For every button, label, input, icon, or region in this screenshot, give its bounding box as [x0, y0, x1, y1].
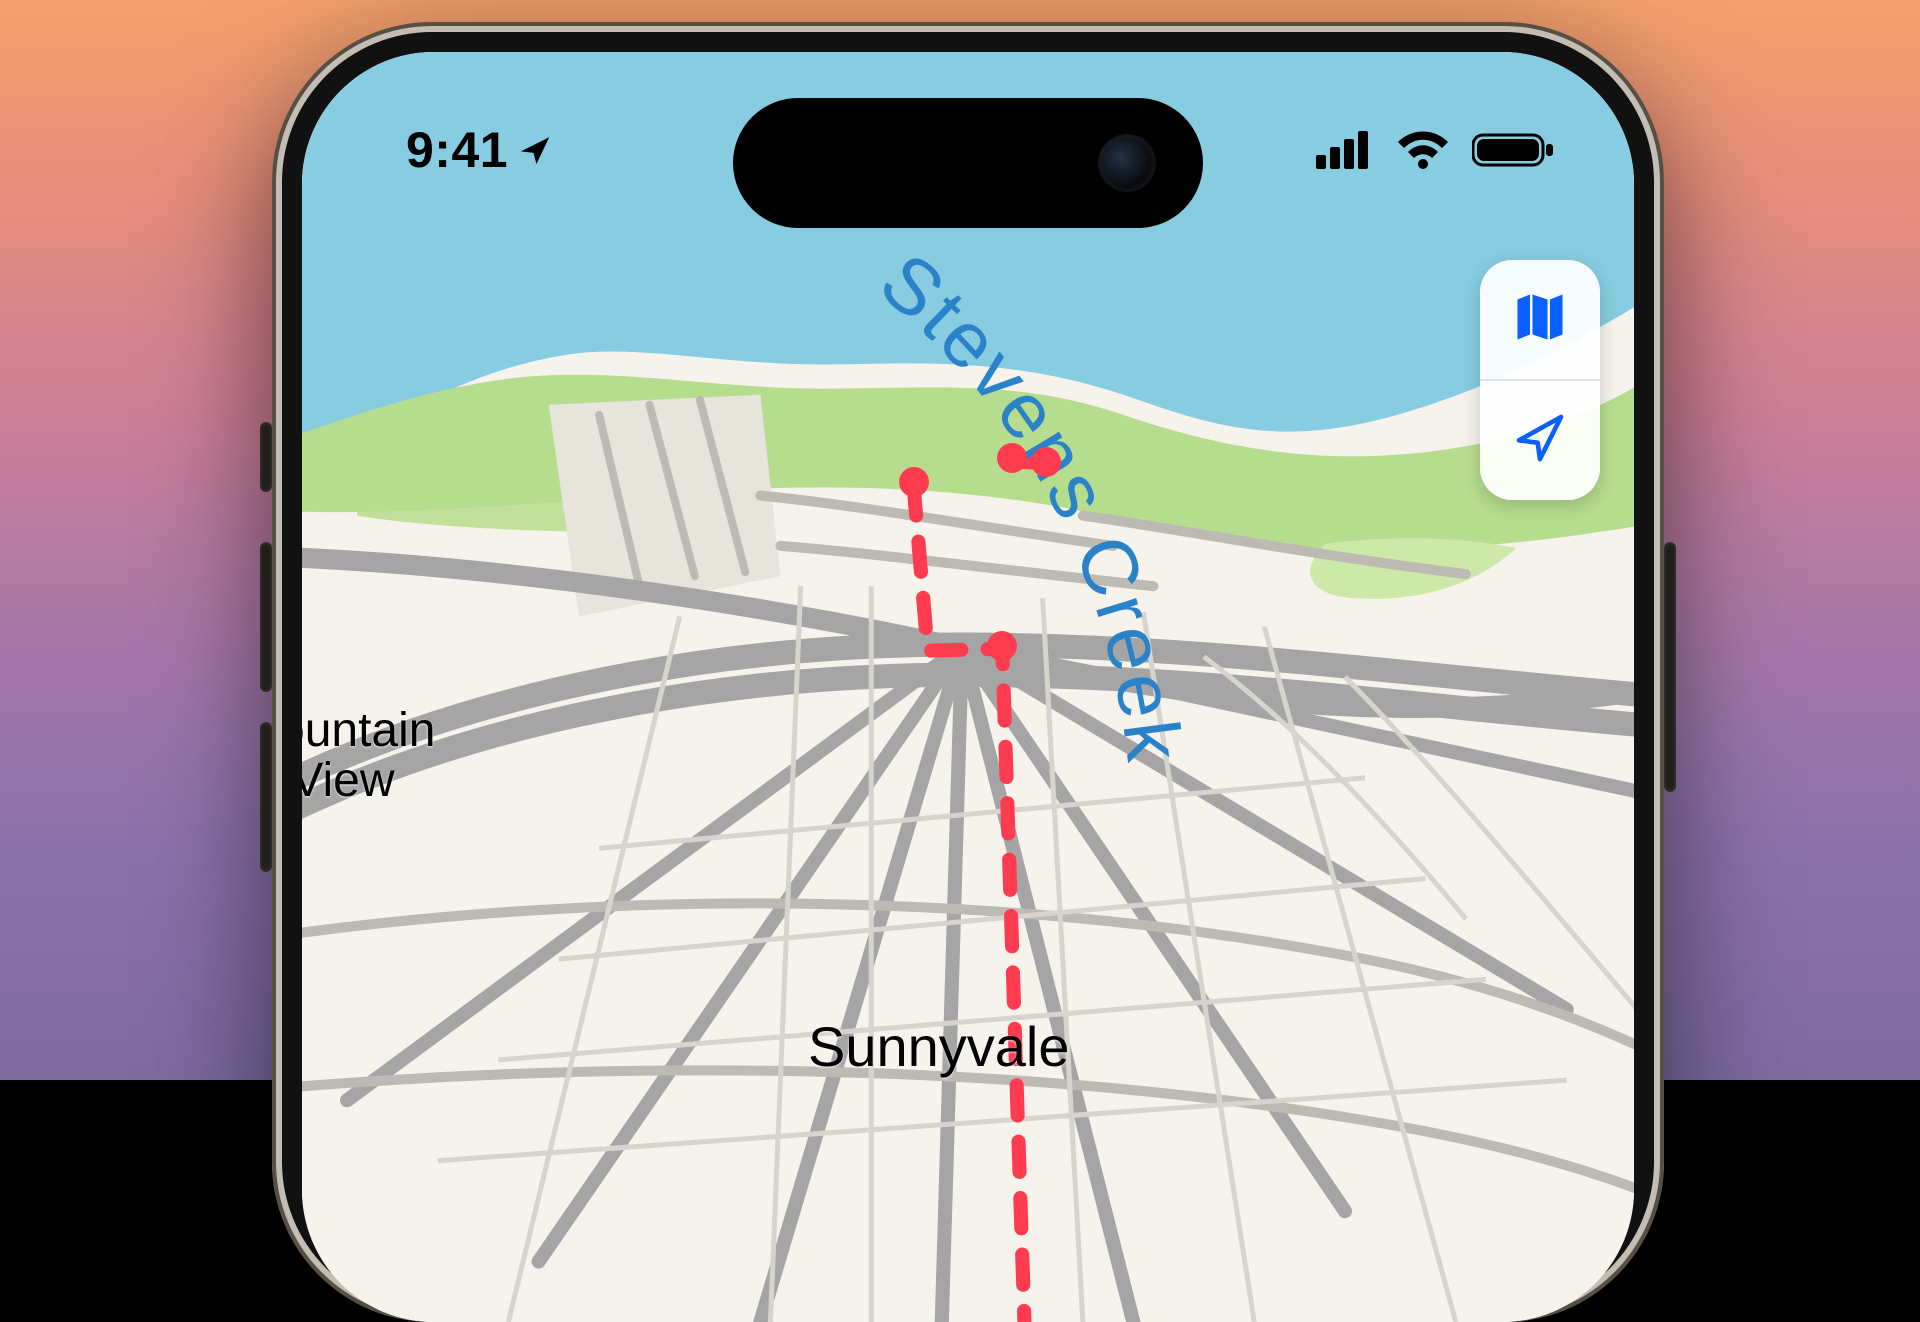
- volume-up-button: [260, 542, 272, 692]
- route-waypoint: [987, 631, 1017, 661]
- location-services-icon: [518, 133, 552, 167]
- locate-me-button[interactable]: [1480, 381, 1600, 500]
- map-label-mountain-view: ountain View: [302, 706, 435, 807]
- status-bar: 9:41: [302, 52, 1634, 230]
- location-arrow-icon: [1512, 410, 1568, 471]
- cellular-signal-icon: [1316, 131, 1374, 169]
- status-time: 9:41: [406, 121, 508, 179]
- wifi-icon: [1396, 130, 1450, 170]
- map-controls: [1480, 260, 1600, 500]
- phone-screen[interactable]: Stevens Creek ountain View Sunnyvale: [302, 52, 1634, 1322]
- map-fold-icon: [1510, 287, 1570, 352]
- mute-switch: [260, 422, 272, 492]
- route-waypoint: [899, 467, 929, 497]
- power-button: [1664, 542, 1676, 792]
- volume-down-button: [260, 722, 272, 872]
- map-label-sunnyvale: Sunnyvale: [808, 1014, 1070, 1079]
- battery-icon: [1472, 131, 1554, 169]
- map-mode-button[interactable]: [1480, 260, 1600, 379]
- route-waypoint: [997, 443, 1027, 473]
- route-waypoint: [1031, 447, 1061, 477]
- phone-frame: Stevens Creek ountain View Sunnyvale: [272, 22, 1664, 1322]
- map-canvas[interactable]: Stevens Creek ountain View Sunnyvale: [302, 52, 1634, 1322]
